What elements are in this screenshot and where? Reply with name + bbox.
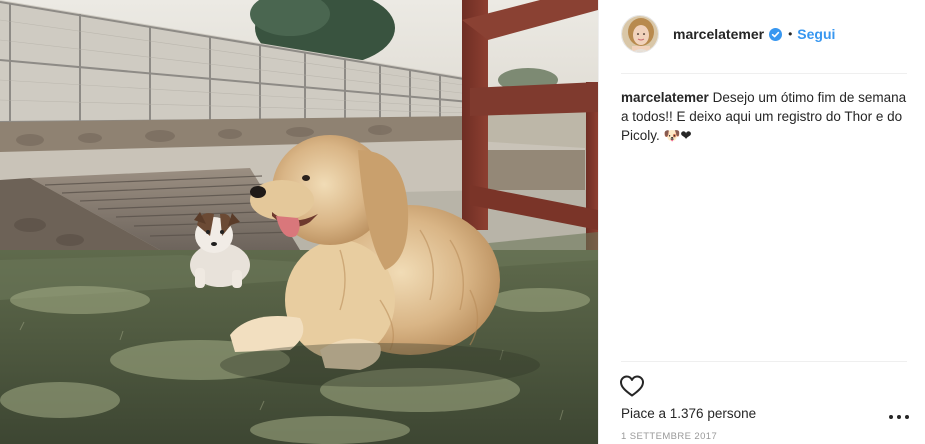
post-header: marcelatemer • Segui (621, 14, 911, 54)
actions-divider (621, 361, 907, 362)
post-date[interactable]: 1 settembre 2017 (621, 431, 717, 442)
post-caption: marcelatemer Desejo um ótimo fim de sema… (621, 88, 913, 145)
avatar[interactable] (621, 15, 659, 53)
photo-scene (0, 0, 598, 444)
likes-count[interactable]: Piace a 1.376 persone (621, 406, 756, 421)
separator-dot: • (788, 27, 793, 41)
post-photo[interactable] (0, 0, 598, 444)
heart-outline-icon[interactable] (619, 374, 645, 398)
verified-badge-icon (769, 27, 783, 41)
caption-username[interactable]: marcelatemer (621, 90, 709, 105)
header-divider (621, 73, 907, 74)
avatar-image (622, 16, 658, 52)
header-username[interactable]: marcelatemer (673, 26, 764, 42)
more-options-icon[interactable] (889, 410, 909, 424)
more-dot (889, 415, 893, 419)
more-dot (897, 415, 901, 419)
post-side-panel: marcelatemer • Segui marcelatemer Desejo… (598, 0, 925, 444)
more-dot (905, 415, 909, 419)
follow-button[interactable]: Segui (797, 26, 835, 42)
